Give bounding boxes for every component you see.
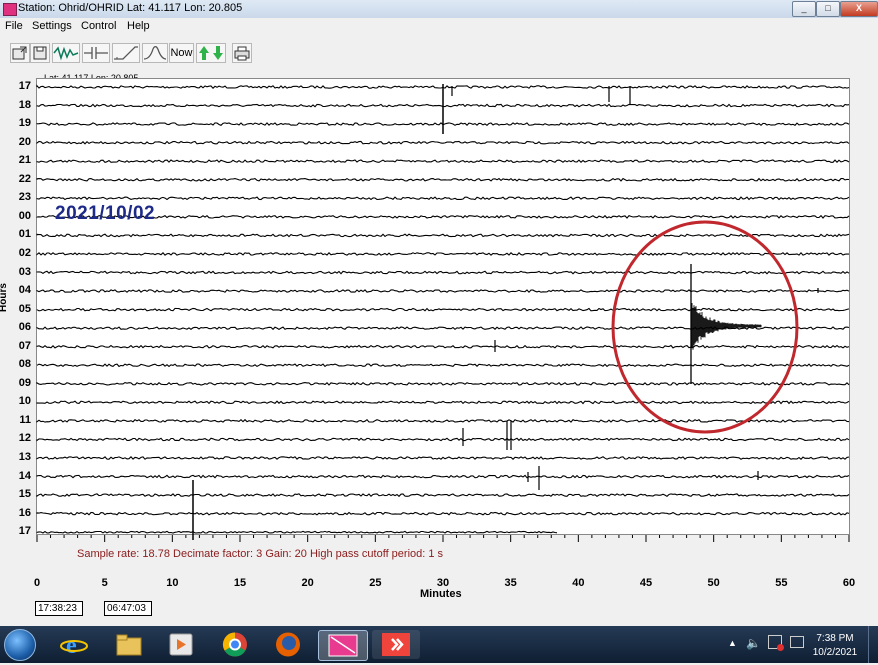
anydesk-icon[interactable] [372, 630, 420, 659]
scroll-arrows-icon[interactable] [196, 43, 226, 63]
app-icon [3, 3, 17, 16]
taskbar: e ▲ 🔈 7:38 PM 10/2/2021 [0, 626, 878, 663]
ramp-icon[interactable] [112, 43, 140, 63]
volume-icon[interactable]: 🔈 [746, 636, 761, 650]
menu-file[interactable]: File [5, 20, 23, 32]
hour-label: 14 [18, 469, 31, 482]
close-button[interactable]: X [840, 1, 878, 17]
hour-label: 04 [18, 284, 31, 297]
seismograph-app-icon[interactable] [318, 630, 368, 661]
title-bar: Station: Ohrid/OHRID Lat: 41.117 Lon: 20… [0, 0, 878, 19]
x-tick-label: 40 [572, 577, 585, 589]
start-time-box: 17:38:23 [35, 601, 83, 616]
hour-label: 23 [18, 191, 31, 204]
hour-label: 03 [18, 265, 31, 278]
hour-label: 09 [18, 376, 31, 389]
open-file-icon[interactable] [10, 43, 30, 63]
network-icon[interactable] [768, 635, 784, 651]
x-tick-label: 25 [369, 577, 382, 589]
x-tick-label: 15 [233, 577, 247, 589]
hour-label: 17 [18, 80, 31, 92]
filter-icon[interactable] [82, 43, 110, 63]
x-axis-title: Minutes [420, 588, 462, 600]
hour-label: 11 [19, 413, 31, 426]
save-file-icon[interactable] [30, 43, 50, 63]
hour-label: 12 [18, 432, 31, 445]
start-orb-icon[interactable] [4, 629, 36, 661]
menu-control[interactable]: Control [81, 20, 116, 32]
firefox-icon[interactable] [272, 630, 304, 659]
clock-date[interactable]: 10/2/2021 [800, 647, 870, 658]
hour-label: 01 [18, 228, 31, 241]
clock-time[interactable]: 7:38 PM [800, 633, 870, 644]
hour-label: 07 [18, 339, 31, 352]
menu-settings[interactable]: Settings [32, 20, 72, 32]
minimize-button[interactable]: _ [792, 1, 816, 17]
x-tick-label: 0 [33, 577, 41, 589]
hour-label: 10 [18, 395, 31, 408]
hour-label: 16 [18, 506, 31, 519]
hour-label: 00 [18, 209, 31, 222]
hour-label: 19 [18, 117, 31, 130]
acquisition-info: Sample rate: 18.78 Decimate factor: 3 Ga… [77, 548, 444, 560]
menu-bar: File Settings Control Help [0, 18, 878, 36]
menu-help[interactable]: Help [127, 20, 150, 32]
hour-label: 15 [18, 488, 31, 501]
now-button[interactable]: Now [169, 43, 194, 63]
svg-text:e: e [66, 633, 77, 659]
hour-label: 06 [18, 321, 31, 334]
cursor-time-box: 06:47:03 [104, 601, 152, 616]
x-tick-label: 55 [775, 577, 788, 589]
show-desktop-button[interactable] [868, 626, 878, 663]
y-axis-title: Hours [0, 283, 9, 312]
x-tick-label: 5 [101, 577, 108, 589]
x-tick-label: 10 [166, 577, 179, 589]
hour-label: 13 [18, 451, 31, 463]
toolbar: Now [0, 36, 878, 73]
waveform-icon[interactable] [52, 43, 80, 63]
hour-label: 21 [18, 154, 31, 167]
hour-label: 18 [18, 98, 31, 111]
internet-explorer-icon[interactable]: e [58, 630, 90, 659]
hour-label: 05 [18, 302, 31, 315]
hour-label: 22 [18, 172, 31, 185]
x-tick-label: 35 [504, 577, 517, 589]
curve-icon[interactable] [142, 43, 168, 63]
hour-label: 17 [18, 525, 31, 538]
date-annotation: 2021/10/02 [55, 203, 156, 224]
chrome-icon[interactable] [219, 630, 251, 659]
hour-label: 08 [18, 358, 31, 371]
maximize-button[interactable]: □ [816, 1, 840, 17]
x-tick-label: 20 [301, 577, 314, 589]
file-explorer-icon[interactable] [113, 630, 145, 659]
show-hidden-icons-icon[interactable]: ▲ [728, 638, 737, 648]
print-icon[interactable] [232, 43, 252, 63]
window-title: Station: Ohrid/OHRID Lat: 41.117 Lon: 20… [18, 2, 243, 14]
seismogram-plot [36, 78, 850, 535]
media-player-icon[interactable] [165, 630, 197, 659]
x-tick-label: 45 [639, 577, 653, 589]
x-tick-label: 60 [842, 577, 856, 589]
hour-label: 20 [18, 135, 31, 148]
x-tick-label: 50 [707, 577, 720, 589]
hour-label: 02 [18, 246, 31, 259]
